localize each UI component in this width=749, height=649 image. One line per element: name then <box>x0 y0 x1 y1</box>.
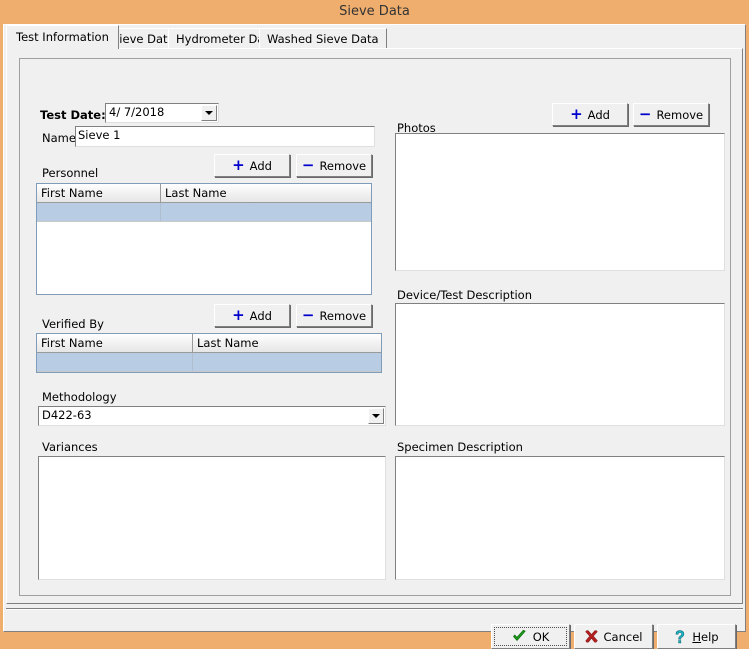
help-button[interactable]: Help <box>657 624 736 649</box>
tab-label: Test Information <box>16 30 109 44</box>
personnel-remove-label: Remove <box>319 159 366 173</box>
cell-last-name <box>161 203 371 221</box>
verified-by-grid[interactable]: First Name Last Name <box>36 333 382 373</box>
verified-by-label: Verified By <box>42 317 104 331</box>
tab-strip: Test Information Sieve Data Hydrometer D… <box>6 26 743 48</box>
column-header-first-name: First Name <box>37 334 193 352</box>
methodology-value: D422-63 <box>42 408 92 422</box>
tab-page-test-information: Test Date: 4/ 7/2018 Name: Sieve 1 Perso… <box>6 48 743 604</box>
specimen-description-label: Specimen Description <box>397 440 523 454</box>
sieve-data-window: Sieve Data Test Information Sieve Data H… <box>0 0 749 635</box>
cell-last-name <box>193 353 381 371</box>
table-row[interactable] <box>37 353 381 372</box>
test-date-value: 4/ 7/2018 <box>109 105 164 119</box>
verified-by-grid-body <box>37 353 381 372</box>
photos-add-label: Add <box>588 108 610 122</box>
dialog-client-area: Test Information Sieve Data Hydrometer D… <box>3 24 746 632</box>
plus-icon: + <box>570 107 583 122</box>
specimen-description-textarea[interactable] <box>395 456 725 580</box>
chevron-down-icon[interactable] <box>368 408 384 424</box>
tab-label: Washed Sieve Data <box>267 32 379 46</box>
ok-button[interactable]: OK <box>491 624 570 649</box>
form-group-frame: Test Date: 4/ 7/2018 Name: Sieve 1 Perso… <box>19 58 731 596</box>
column-header-last-name: Last Name <box>193 334 381 352</box>
verified-by-remove-label: Remove <box>319 309 366 323</box>
verified-by-grid-header: First Name Last Name <box>37 334 381 353</box>
variances-textarea[interactable] <box>38 456 386 580</box>
tab-test-information[interactable]: Test Information <box>6 25 119 49</box>
methodology-select[interactable]: D422-63 <box>38 406 386 426</box>
test-date-input[interactable]: 4/ 7/2018 <box>105 103 219 123</box>
personnel-add-button[interactable]: + Add <box>214 154 290 177</box>
tab-label: Sieve Data <box>112 32 175 46</box>
column-header-last-name: Last Name <box>161 184 371 202</box>
cell-first-name <box>37 353 193 371</box>
cancel-button[interactable]: Cancel <box>574 624 653 649</box>
personnel-grid-body <box>37 203 371 222</box>
device-test-description-textarea[interactable] <box>395 303 725 426</box>
personnel-grid[interactable]: First Name Last Name <box>36 183 372 295</box>
chevron-down-icon[interactable] <box>201 105 217 121</box>
photos-add-button[interactable]: + Add <box>552 103 628 126</box>
title-bar: Sieve Data <box>0 0 749 24</box>
photos-remove-button[interactable]: − Remove <box>633 103 709 126</box>
photos-list[interactable] <box>395 133 725 271</box>
test-date-label: Test Date: <box>40 108 106 122</box>
column-header-first-name: First Name <box>37 184 161 202</box>
cancel-label: Cancel <box>604 630 643 644</box>
minus-icon: − <box>302 308 315 323</box>
device-test-description-label: Device/Test Description <box>397 288 532 302</box>
tab-washed-sieve-data[interactable]: Washed Sieve Data <box>259 28 387 49</box>
personnel-add-label: Add <box>250 159 272 173</box>
help-label-rest: elp <box>701 630 719 644</box>
verified-by-add-button[interactable]: + Add <box>214 304 290 327</box>
ok-label: OK <box>533 630 550 644</box>
personnel-grid-header: First Name Last Name <box>37 184 371 203</box>
footer-separator <box>6 608 743 610</box>
focus-ring <box>494 627 567 646</box>
name-input[interactable]: Sieve 1 <box>75 126 375 147</box>
methodology-label: Methodology <box>42 390 117 404</box>
cell-first-name <box>37 203 161 221</box>
plus-icon: + <box>232 308 245 323</box>
question-mark-icon <box>674 630 686 644</box>
photos-remove-label: Remove <box>656 108 703 122</box>
plus-icon: + <box>232 158 245 173</box>
help-label: Help <box>692 630 718 644</box>
help-label-mnemonic: H <box>692 630 701 644</box>
minus-icon: − <box>302 158 315 173</box>
table-row[interactable] <box>37 203 371 222</box>
personnel-remove-button[interactable]: − Remove <box>296 154 372 177</box>
verified-by-add-label: Add <box>250 309 272 323</box>
minus-icon: − <box>639 107 652 122</box>
window-title: Sieve Data <box>339 4 410 19</box>
variances-label: Variances <box>42 440 98 454</box>
verified-by-remove-button[interactable]: − Remove <box>296 304 372 327</box>
personnel-label: Personnel <box>42 166 98 180</box>
cross-icon <box>585 630 598 643</box>
